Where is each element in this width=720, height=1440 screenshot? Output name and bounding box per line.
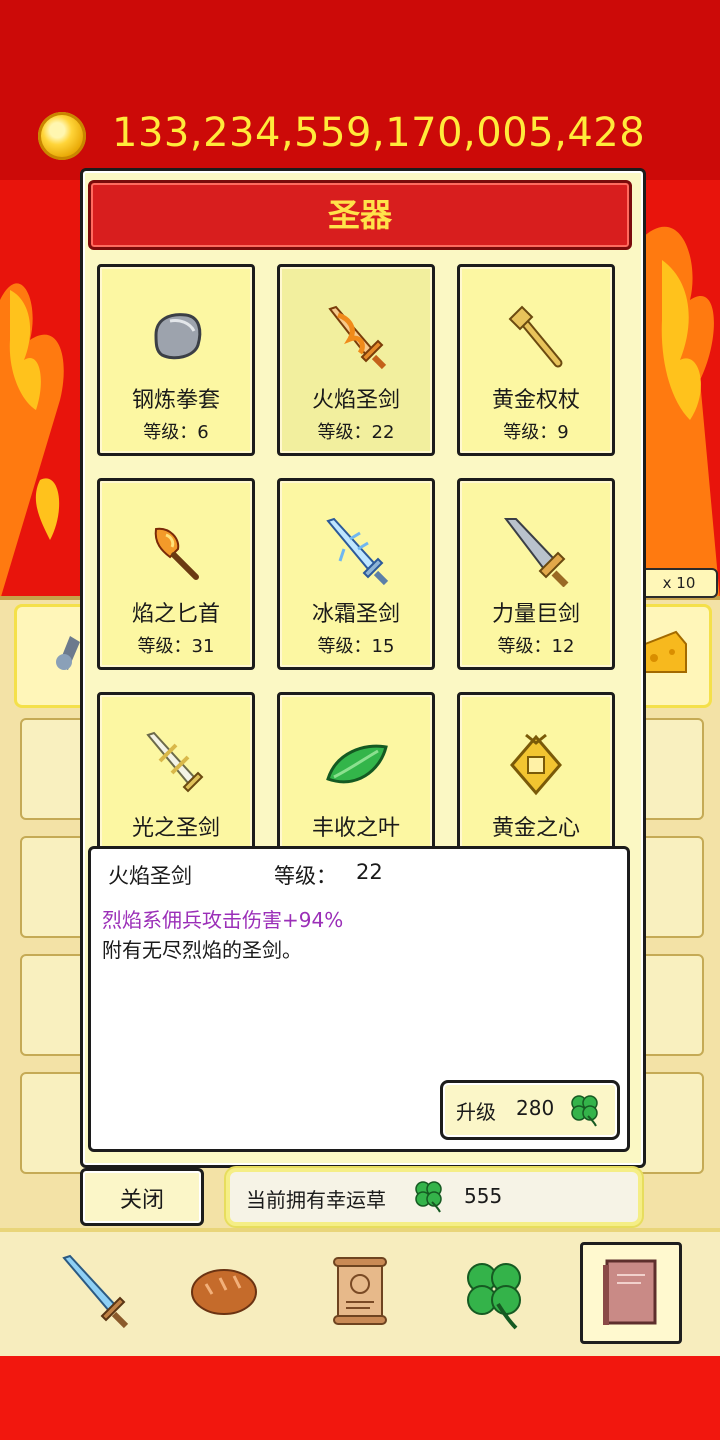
golden-heart-icon <box>510 733 562 796</box>
nav-clover-button[interactable] <box>446 1244 542 1340</box>
book-icon <box>603 1259 657 1325</box>
clover-count-value: 555 <box>464 1184 503 1208</box>
coin-amount: 133,234,559,170,005,428 <box>112 110 646 156</box>
gold-coin-icon <box>38 112 86 160</box>
flame-dagger-icon <box>154 527 199 580</box>
golden-scepter-icon <box>508 305 563 368</box>
power-greatsword-icon <box>503 518 569 587</box>
detail-description: 附有无尽烈焰的圣剑。 <box>102 938 302 962</box>
detail-level-value: 22 <box>356 860 383 884</box>
relic-card-flame-dagger[interactable]: 焰之匕首 等级：31 <box>97 478 255 670</box>
flame-holy-sword-icon <box>328 305 387 370</box>
relic-card-level: 等级：15 <box>317 636 395 657</box>
relic-card-name: 黄金之心 <box>491 816 580 841</box>
nav-book-button[interactable] <box>580 1242 682 1344</box>
relic-card-name: 光之圣剑 <box>131 816 220 841</box>
upgrade-cost: 280 <box>516 1096 555 1120</box>
modal-title: 圣器 <box>327 196 392 234</box>
close-label: 关闭 <box>119 1188 164 1213</box>
relic-card-name: 钢炼拳套 <box>131 388 220 413</box>
relic-card-name: 丰收之叶 <box>311 816 400 841</box>
relic-card-level: 等级：31 <box>137 636 215 657</box>
detail-level-label: 等级： <box>274 864 337 888</box>
frost-holy-sword-icon <box>326 517 389 586</box>
nav-scroll-button[interactable] <box>312 1244 408 1340</box>
four-leaf-clover-icon <box>467 1263 521 1330</box>
relic-card-power-greatsword[interactable]: 力量巨剑 等级：12 <box>457 478 615 670</box>
relic-card-name: 力量巨剑 <box>491 602 580 627</box>
sword-icon <box>62 1254 129 1329</box>
relic-card-name: 黄金权杖 <box>491 388 580 413</box>
relic-card-level: 等级：22 <box>317 422 395 443</box>
relic-card-golden-scepter[interactable]: 黄金权杖 等级：9 <box>457 264 615 456</box>
bread-icon <box>191 1269 257 1315</box>
light-holy-sword-icon <box>146 731 204 793</box>
detail-effect: 烈焰系佣兵攻击伤害+94% <box>102 908 344 932</box>
relic-card-name: 冰霜圣剑 <box>311 602 400 627</box>
scroll-icon <box>333 1257 387 1325</box>
multiplier-badge[interactable]: x 10 <box>640 568 718 598</box>
relic-card-level: 等级：6 <box>143 422 209 443</box>
clover-count-label: 当前拥有幸运草 <box>246 1188 386 1212</box>
relic-card-level: 等级：9 <box>503 422 569 443</box>
detail-name: 火焰圣剑 <box>108 864 192 888</box>
harvest-leaf-icon <box>326 744 388 784</box>
upgrade-label: 升级 <box>456 1100 496 1124</box>
nav-bread-button[interactable] <box>176 1244 272 1340</box>
steel-gauntlet-icon <box>154 313 202 360</box>
four-leaf-clover-icon <box>571 1095 598 1127</box>
relic-card-flame-sword[interactable]: 火焰圣剑 等级：22 <box>277 264 435 456</box>
four-leaf-clover-icon <box>415 1181 442 1213</box>
relic-card-golden-heart[interactable]: 黄金之心 <box>457 692 615 858</box>
relic-card-name: 焰之匕首 <box>131 602 220 627</box>
nav-sword-button[interactable] <box>46 1244 142 1340</box>
relic-card-name: 火焰圣剑 <box>311 388 400 413</box>
relic-card-level: 等级：12 <box>497 636 575 657</box>
relic-card-frost-sword[interactable]: 冰霜圣剑 等级：15 <box>277 478 435 670</box>
relic-card-steel-gauntlet[interactable]: 钢炼拳套 等级：6 <box>97 264 255 456</box>
bottom-red-strip <box>0 1356 720 1440</box>
relic-card-light-sword[interactable]: 光之圣剑 <box>97 692 255 858</box>
relic-card-harvest-leaf[interactable]: 丰收之叶 <box>277 692 435 858</box>
